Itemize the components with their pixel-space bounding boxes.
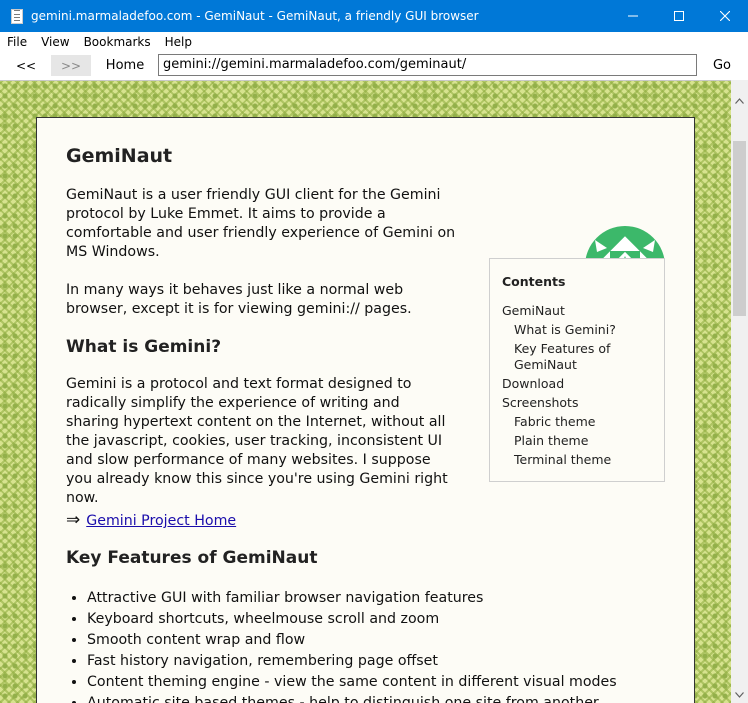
toolbar: << >> Home gemini://gemini.marmaladefoo.… bbox=[0, 51, 748, 80]
close-button[interactable] bbox=[702, 0, 748, 32]
chevron-up-icon bbox=[735, 97, 744, 104]
window-title: gemini.marmaladefoo.com - GemiNaut - Gem… bbox=[31, 9, 479, 23]
contents-heading: Contents bbox=[502, 274, 566, 289]
scroll-up-button[interactable] bbox=[731, 92, 748, 109]
back-button[interactable]: << bbox=[8, 55, 44, 76]
toc-item-geminaut[interactable]: GemiNaut bbox=[502, 303, 652, 319]
chevron-down-icon bbox=[735, 691, 744, 698]
list-item: Automatic site based themes - help to di… bbox=[87, 693, 635, 703]
toc-item-terminal-theme[interactable]: Terminal theme bbox=[502, 452, 652, 468]
menu-view[interactable]: View bbox=[34, 35, 76, 49]
list-item: Smooth content wrap and flow bbox=[87, 630, 635, 651]
go-button[interactable]: Go bbox=[705, 55, 739, 76]
home-button[interactable]: Home bbox=[100, 55, 150, 76]
gemini-page: GemiNaut GemiNaut is a user friendly GUI… bbox=[36, 117, 695, 703]
menu-help[interactable]: Help bbox=[158, 35, 199, 49]
intro-paragraph-2: In many ways it behaves just like a norm… bbox=[66, 282, 412, 317]
toc-item-download[interactable]: Download bbox=[502, 376, 652, 392]
gemini-project-link[interactable]: Gemini Project Home bbox=[86, 513, 236, 529]
toc-item-fabric-theme[interactable]: Fabric theme bbox=[502, 414, 652, 430]
scroll-thumb[interactable] bbox=[733, 141, 746, 316]
minimize-button[interactable] bbox=[610, 0, 656, 32]
menu-bookmarks[interactable]: Bookmarks bbox=[77, 35, 158, 49]
toc-item-screenshots[interactable]: Screenshots bbox=[502, 395, 652, 411]
heading-key-features: Key Features of GemiNaut bbox=[66, 548, 318, 568]
title-bar: gemini.marmaladefoo.com - GemiNaut - Gem… bbox=[0, 0, 748, 32]
features-list: Attractive GUI with familiar browser nav… bbox=[75, 588, 635, 703]
vertical-scrollbar[interactable] bbox=[731, 80, 748, 703]
maximize-button[interactable] bbox=[656, 0, 702, 32]
address-input[interactable]: gemini://gemini.marmaladefoo.com/geminau… bbox=[158, 54, 697, 76]
list-item: Content theming engine - view the same c… bbox=[87, 672, 635, 693]
content-viewport[interactable]: GemiNaut GemiNaut is a user friendly GUI… bbox=[0, 80, 731, 703]
what-paragraph: Gemini is a protocol and text format des… bbox=[66, 376, 448, 506]
list-item: Attractive GUI with familiar browser nav… bbox=[87, 588, 635, 609]
minimize-icon bbox=[628, 15, 638, 17]
intro-paragraph: GemiNaut is a user friendly GUI client f… bbox=[66, 187, 456, 260]
page-title: GemiNaut bbox=[66, 145, 173, 167]
heading-what-is-gemini: What is Gemini? bbox=[66, 337, 222, 357]
toc-item-key-features[interactable]: Key Features of GemiNaut bbox=[502, 341, 652, 373]
list-item: Keyboard shortcuts, wheelmouse scroll an… bbox=[87, 609, 635, 630]
menu-bar: File View Bookmarks Help bbox=[0, 32, 748, 51]
link-arrow-icon: ⇒ bbox=[66, 510, 81, 530]
toc-list: GemiNaut What is Gemini? Key Features of… bbox=[502, 303, 652, 471]
list-item: Fast history navigation, remembering pag… bbox=[87, 651, 635, 672]
menu-file[interactable]: File bbox=[0, 35, 34, 49]
contents-box: Contents GemiNaut What is Gemini? Key Fe… bbox=[489, 258, 665, 482]
link-line: ⇒ Gemini Project Home bbox=[66, 510, 236, 530]
scroll-down-button[interactable] bbox=[731, 686, 748, 703]
window-controls bbox=[610, 0, 748, 32]
document-icon bbox=[11, 8, 23, 24]
forward-button[interactable]: >> bbox=[51, 55, 91, 76]
close-icon bbox=[720, 11, 730, 21]
toc-item-what-is-gemini[interactable]: What is Gemini? bbox=[502, 322, 652, 338]
toc-item-plain-theme[interactable]: Plain theme bbox=[502, 433, 652, 449]
maximize-icon bbox=[674, 11, 684, 21]
